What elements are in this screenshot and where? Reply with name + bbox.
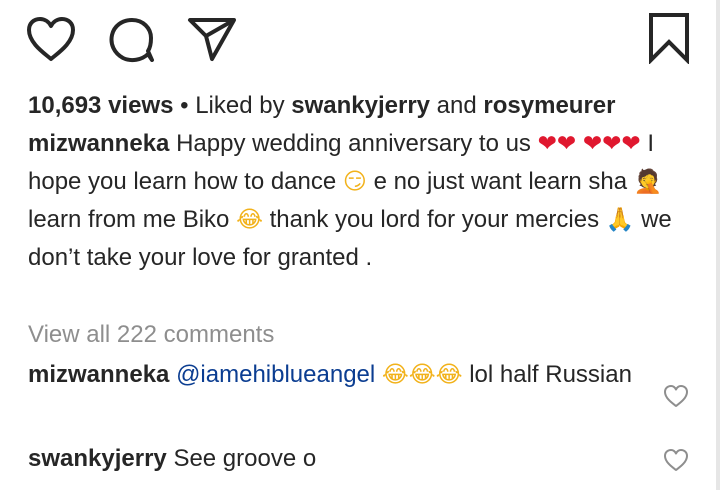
- caption-text-4: learn from me Biko: [28, 206, 230, 233]
- view-all-comments-link[interactable]: View all 222 comments: [28, 318, 274, 352]
- heart-icon[interactable]: [663, 384, 689, 408]
- share-icon[interactable]: [186, 16, 238, 62]
- liked-by-user-1[interactable]: swankyjerry: [291, 92, 430, 119]
- joy-emoji: 😂: [435, 362, 463, 388]
- post-caption: mizwanneka Happy wedding anniversary to …: [28, 125, 678, 276]
- joy-emoji: 😂: [408, 362, 436, 388]
- comment-username[interactable]: mizwanneka: [28, 361, 169, 388]
- red-heart-emoji: ❤: [537, 131, 557, 157]
- liked-by-label: • Liked by: [173, 92, 292, 119]
- action-bar: [0, 0, 720, 80]
- joy-emoji: 😂: [381, 362, 409, 388]
- red-heart-emoji: ❤: [582, 131, 603, 157]
- smirk-emoji: 😏: [342, 169, 367, 195]
- caption-text-1: Happy wedding anniversary to us: [176, 130, 531, 157]
- view-count: 10,693 views: [28, 92, 174, 119]
- caption-username[interactable]: mizwanneka: [28, 130, 169, 157]
- scrollbar[interactable]: [716, 0, 720, 490]
- comment-item: mizwanneka @iamehiblueangel 😂😂😂 lol half…: [28, 357, 648, 393]
- facepalm-emoji: 🤦: [633, 169, 663, 195]
- comment-mention[interactable]: @iamehiblueangel: [176, 361, 375, 388]
- bookmark-icon[interactable]: [648, 12, 690, 64]
- post-meta: 10,693 views • Liked by swankyjerry and …: [28, 88, 708, 124]
- red-heart-emoji: ❤: [556, 131, 577, 157]
- comment-username[interactable]: swankyjerry: [28, 445, 167, 472]
- comment-icon[interactable]: [108, 16, 156, 64]
- liked-by-user-2[interactable]: rosymeurer: [483, 92, 615, 119]
- caption-text-3: e no just want learn sha: [373, 168, 628, 195]
- and-label: and: [430, 92, 484, 119]
- comment-item: swankyjerry See groove o: [28, 441, 648, 477]
- heart-icon[interactable]: [26, 16, 76, 62]
- caption-text-5: thank you lord for your mercies: [269, 206, 600, 233]
- red-heart-emoji: ❤: [621, 131, 641, 157]
- red-heart-emoji: ❤: [602, 131, 622, 157]
- pray-emoji: 🙏: [605, 207, 635, 233]
- comment-text: lol half Russian: [469, 361, 632, 388]
- heart-icon[interactable]: [663, 448, 689, 472]
- joy-emoji: 😂: [236, 207, 263, 233]
- comment-text: See groove o: [173, 445, 317, 472]
